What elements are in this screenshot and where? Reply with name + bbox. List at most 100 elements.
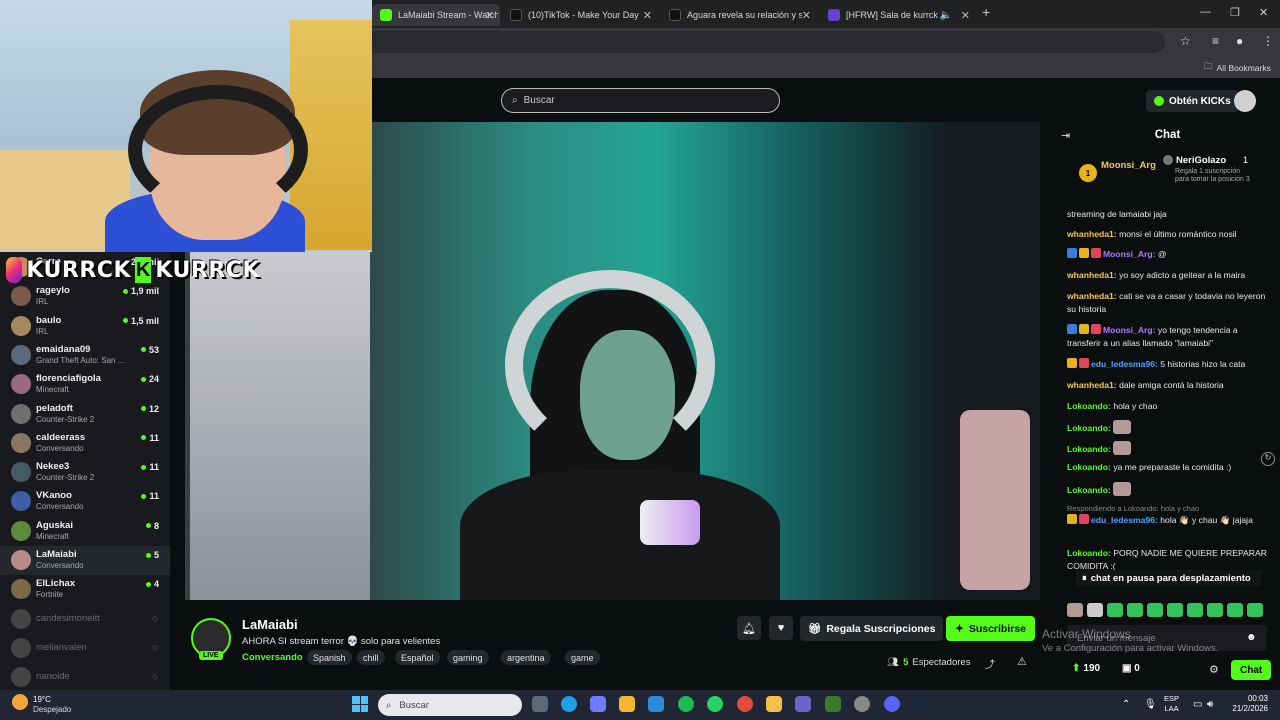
gifter-name[interactable]: NeriGolazo (1176, 155, 1226, 166)
emote-icon[interactable] (1227, 603, 1243, 617)
emote-icon[interactable] (1167, 603, 1183, 617)
tab-lamaiabi[interactable]: LaMaiabi Stream - Watch L ✕ (372, 4, 500, 26)
gift-counter[interactable]: ▣ 0 (1122, 663, 1140, 674)
emote-icon[interactable] (1107, 603, 1123, 617)
emote-icon[interactable] (1087, 603, 1103, 617)
tab-tiktok[interactable]: (10)TikTok - Make Your Day ✕ (502, 4, 658, 26)
chat-username[interactable]: Lokoando: (1067, 444, 1111, 454)
chrome-icon[interactable] (737, 696, 753, 712)
close-icon[interactable]: ✕ (961, 9, 970, 22)
chat-username[interactable]: Lokoando: (1067, 485, 1111, 495)
store-icon[interactable] (619, 696, 635, 712)
spotify-icon[interactable] (678, 696, 694, 712)
sidebar-channel-offline[interactable]: melianvalen ⦸ (0, 634, 170, 663)
emote-icon[interactable] (1187, 603, 1203, 617)
sidebar-channel-peladoft[interactable]: peladoft Counter-Strike 2 12 (0, 400, 170, 429)
clock[interactable]: 00:03 21/2/2026 (1216, 694, 1268, 714)
maximize-icon[interactable]: ❐ (1230, 6, 1240, 19)
get-kicks-button[interactable]: Obtén KICKs (1146, 90, 1239, 112)
task-view-icon[interactable] (532, 696, 548, 712)
sidebar-channel-caldeerass[interactable]: caldeerass Conversando 11 (0, 429, 170, 458)
share-icon[interactable]: ⤴ (985, 656, 995, 671)
sidebar-channel-lamaiabi[interactable]: LaMaiabi Conversando 5 (0, 546, 170, 575)
chat-send-button[interactable]: Chat (1231, 660, 1272, 680)
chat-username[interactable]: whanheda1: (1067, 270, 1117, 280)
minecraft-icon[interactable] (825, 696, 841, 712)
mic-icon[interactable]: 🎙︎ (1144, 699, 1157, 710)
profile-icon[interactable]: ● (1236, 34, 1243, 48)
close-icon[interactable]: ✕ (802, 9, 811, 22)
scroll-to-bottom-icon[interactable]: ↻ (1261, 452, 1275, 466)
keyboard-language[interactable]: ESP LAA (1164, 694, 1179, 714)
settings-app-icon[interactable] (854, 696, 870, 712)
chat-username[interactable]: Lokoando: (1067, 423, 1111, 433)
subscribe-button[interactable]: ✦ Suscribirse (946, 616, 1036, 641)
copilot-icon[interactable] (590, 696, 606, 712)
sidebar-channel-emaidana09[interactable]: emaidana09 Grand Theft Auto: San ... 53 (0, 341, 170, 370)
reading-list-icon[interactable]: ≡ (1212, 34, 1219, 48)
speaker-icon[interactable]: 🔈 (940, 10, 952, 21)
new-tab-button[interactable]: + (982, 4, 990, 20)
notification-bell-button[interactable]: 🔔︎ (737, 616, 761, 640)
mail-icon[interactable] (648, 696, 664, 712)
minimize-icon[interactable]: — (1200, 6, 1211, 18)
close-icon[interactable]: ✕ (643, 9, 652, 22)
windows-start-icon[interactable] (352, 696, 368, 712)
emoji-icon[interactable]: ☻ (1246, 632, 1257, 643)
chat-username[interactable]: edu_ledesma96: (1091, 515, 1158, 525)
channel-points[interactable]: ⬆ 190 (1072, 663, 1100, 674)
steam-icon[interactable] (913, 696, 929, 712)
sidebar-channel-aguskai[interactable]: Aguskai Minecraft 8 (0, 517, 170, 546)
sidebar-channel-florenciafigola[interactable]: florenciafigola Minecraft 24 (0, 370, 170, 399)
search-input[interactable]: ⌕ Buscar (501, 88, 780, 113)
menu-icon[interactable]: ⋮ (1262, 34, 1274, 48)
sidebar-channel-ellichax[interactable]: ElLichax Fortnite 4 (0, 575, 170, 604)
whatsapp-icon[interactable] (707, 696, 723, 712)
chat-username[interactable]: whanheda1: (1067, 380, 1117, 390)
emote-icon[interactable] (1067, 603, 1083, 617)
sidebar-channel-nekee3[interactable]: Nekee3 Counter-Strike 2 11 (0, 458, 170, 487)
stream-tag[interactable]: game (565, 650, 600, 665)
file-explorer-icon[interactable] (766, 696, 782, 712)
chat-username[interactable]: Lokoando: (1067, 462, 1111, 472)
chat-username[interactable]: whanheda1: (1067, 229, 1117, 239)
emote-icon[interactable] (1147, 603, 1163, 617)
emote-icon[interactable] (1247, 603, 1263, 617)
bookmark-star-icon[interactable]: ☆ (1180, 34, 1191, 48)
emote-icon[interactable] (1207, 603, 1223, 617)
report-icon[interactable]: ⚠ (1017, 655, 1027, 668)
chat-paused-banner[interactable]: ⏸ chat en pausa para desplazamiento (1076, 570, 1261, 586)
discord-icon[interactable] (884, 696, 900, 712)
chat-username[interactable]: Lokoando: (1067, 401, 1111, 411)
emote-bar[interactable] (1067, 603, 1267, 619)
tab-hfrw[interactable]: [HFRW] Sala de kurrck 🔈 ✕ (820, 4, 976, 26)
chat-username[interactable]: edu_ledesma96: (1091, 359, 1158, 369)
stream-tag[interactable]: argentina (501, 650, 551, 665)
gift-subs-button[interactable]: 🎁︎ Regala Suscripciones (800, 616, 944, 641)
chat-username[interactable]: Lokoando: (1067, 548, 1111, 558)
emote-icon[interactable] (1127, 603, 1143, 617)
chat-username[interactable]: whanheda1: (1067, 291, 1117, 301)
tab-aguara[interactable]: Aguara revela su relación y su ✕ (661, 4, 817, 26)
chat-settings-icon[interactable]: ⚙ (1209, 663, 1219, 676)
sidebar-channel-offline[interactable]: nanoide ⦸ (0, 663, 170, 692)
stream-tag[interactable]: chill (357, 650, 385, 665)
sidebar-channel-baulo[interactable]: baulo IRL 1,5 mil (0, 312, 170, 341)
stream-tag[interactable]: Español (395, 650, 440, 665)
stream-tag[interactable]: Spanish (307, 650, 352, 665)
close-icon[interactable]: ✕ (485, 9, 494, 22)
network-icon[interactable]: ▭ (1193, 699, 1202, 710)
taskbar-search[interactable]: ⌕ Buscar (378, 694, 522, 716)
edge-icon[interactable] (561, 696, 577, 712)
sidebar-channel-vkanoo[interactable]: VKanoo Conversando 11 (0, 487, 170, 516)
user-avatar[interactable] (1234, 90, 1256, 112)
sidebar-channel-offline[interactable]: candesimoneitt ⦸ (0, 605, 170, 634)
chat-username[interactable]: Moonsi_Arg: (1103, 249, 1156, 259)
close-window-icon[interactable]: ✕ (1259, 6, 1268, 19)
streamer-name[interactable]: LaMaiabi (242, 617, 298, 632)
stream-category[interactable]: Conversando (242, 652, 303, 663)
stream-tag[interactable]: gaming (447, 650, 489, 665)
weather-icon[interactable] (12, 694, 28, 710)
teams-icon[interactable] (795, 696, 811, 712)
all-bookmarks-link[interactable]: 🗀 All Bookmarks (1204, 61, 1271, 75)
